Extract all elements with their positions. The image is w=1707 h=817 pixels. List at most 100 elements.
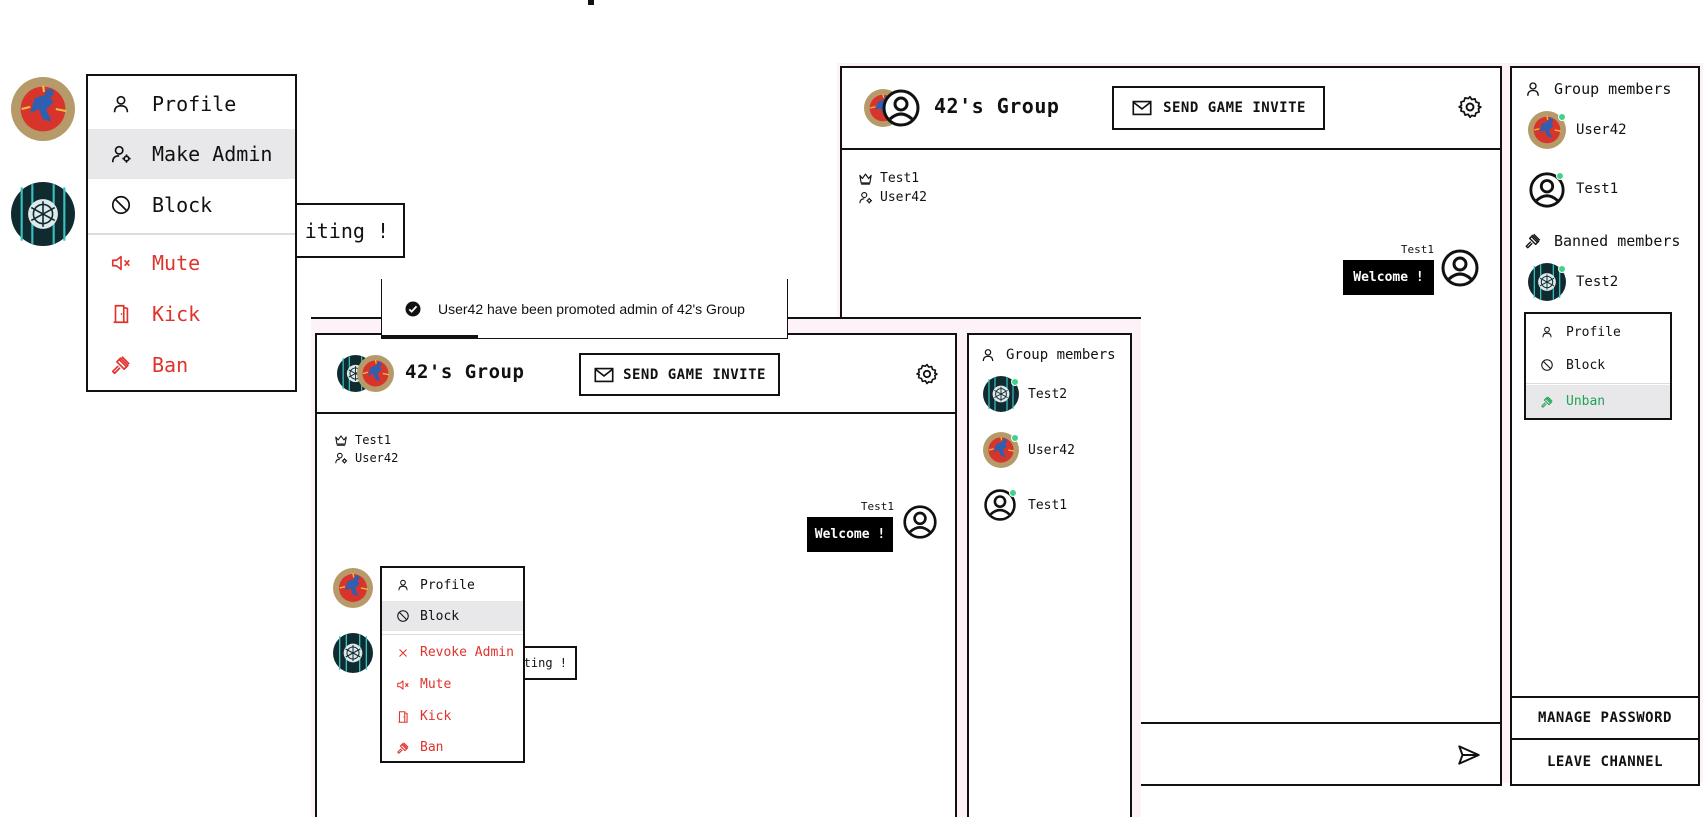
toast-progress-bar [382, 335, 478, 339]
gavel-icon [1524, 232, 1542, 250]
menu-item-ban[interactable]: Ban [382, 732, 523, 763]
menu-label: Profile [1566, 324, 1621, 340]
user-icon [1540, 325, 1554, 339]
member-test1[interactable]: Test1 [983, 487, 1123, 525]
menu-item-block[interactable]: Block [88, 180, 295, 229]
menu-item-kick[interactable]: Kick [382, 701, 523, 732]
block-icon [396, 609, 410, 623]
menu-label: Block [152, 192, 213, 217]
menu-label: Make Admin [152, 142, 273, 166]
front-roles-list: Test1 User42 [334, 431, 398, 467]
menu-item-block[interactable]: Block [1526, 349, 1670, 381]
send-game-invite-button[interactable]: SEND GAME INVITE [1112, 86, 1325, 130]
menu-item-mute[interactable]: Mute [382, 669, 523, 700]
menu-label: Ban [420, 740, 444, 755]
role-name: Test1 [880, 171, 920, 186]
online-indicator [1011, 378, 1019, 386]
banned-title: Banned members [1524, 232, 1680, 250]
menu-item-revoke-admin[interactable]: Revoke Admin [382, 637, 523, 668]
front-chat-header: 42's Group SEND GAME INVITE [315, 333, 957, 414]
group-avatar-user42 [357, 355, 394, 392]
crown-icon [334, 433, 348, 447]
user-cog-icon [334, 451, 348, 465]
crown-icon [858, 171, 873, 186]
menu-label: Block [1566, 357, 1606, 373]
gavel-icon [396, 741, 410, 755]
role-owner: Test1 [858, 169, 927, 188]
invite-label: SEND GAME INVITE [623, 366, 766, 383]
test2-avatar[interactable] [11, 182, 75, 246]
user-context-menu: Profile Make Admin Block Mute Kick Ban [86, 74, 297, 392]
user-icon [396, 578, 410, 592]
sender-avatar [1440, 248, 1480, 288]
menu-label: Profile [152, 91, 237, 116]
members-title-text: Group members [1006, 347, 1116, 363]
menu-divider [382, 634, 523, 635]
check-circle-icon [404, 300, 422, 318]
role-admin: User42 [334, 449, 398, 467]
menu-item-make-admin[interactable]: Make Admin [88, 129, 295, 179]
gear-icon[interactable] [915, 362, 939, 386]
back-chat-header: 42's Group SEND GAME INVITE [840, 66, 1502, 150]
send-game-invite-button[interactable]: SEND GAME INVITE [579, 353, 780, 396]
message-bubble: Welcome ! [1343, 260, 1434, 295]
member-name: Test1 [1028, 498, 1068, 513]
manage-password-button[interactable]: MANAGE PASSWORD [1510, 696, 1700, 740]
role-admin: User42 [858, 188, 927, 207]
invite-label: SEND GAME INVITE [1163, 100, 1306, 116]
send-icon[interactable] [1456, 742, 1482, 768]
menu-item-block[interactable]: Block [382, 601, 523, 631]
online-indicator [1009, 489, 1017, 497]
menu-item-profile[interactable]: Profile [88, 80, 295, 127]
menu-label: Kick [152, 302, 201, 326]
toast-text: User42 have been promoted admin of 42's … [438, 300, 745, 317]
members-title: Group members [980, 347, 1116, 363]
user-cog-icon [858, 190, 873, 205]
user-context-menu-small: Profile Block Revoke Admin Mute Kick Ban [380, 566, 525, 763]
block-icon [1540, 358, 1554, 372]
test2-avatar[interactable] [333, 633, 373, 673]
block-icon [110, 194, 132, 216]
online-indicator [1558, 265, 1566, 273]
message-input[interactable] [1142, 724, 1442, 784]
banned-test2[interactable]: Test2 [1528, 263, 1688, 303]
online-indicator [1556, 172, 1564, 180]
group-name: 42's Group [405, 361, 525, 383]
member-user42[interactable]: User42 [983, 432, 1123, 470]
banned-title-text: Banned members [1554, 232, 1681, 250]
success-toast: User42 have been promoted admin of 42's … [381, 279, 788, 339]
menu-label: Ban [152, 353, 189, 377]
sender-avatar [902, 504, 938, 540]
menu-label: Block [420, 608, 460, 624]
top-cut-glyph [588, 0, 594, 5]
user-icon [980, 347, 996, 363]
back-roles-list: Test1 User42 [858, 169, 927, 207]
gavel-icon [1540, 395, 1554, 409]
menu-item-unban[interactable]: Unban [1526, 385, 1670, 418]
message-sender: Test1 [1400, 243, 1434, 256]
member-name: Test1 [1576, 181, 1619, 197]
menu-label: Mute [152, 250, 201, 275]
menu-item-kick[interactable]: Kick [88, 289, 295, 339]
member-test2[interactable]: Test2 [983, 376, 1123, 414]
role-name: Test1 [355, 433, 392, 447]
group-avatar-default [881, 88, 921, 128]
leave-channel-button[interactable]: LEAVE CHANNEL [1510, 738, 1700, 786]
menu-item-profile[interactable]: Profile [1526, 316, 1670, 348]
member-name: Test2 [1028, 387, 1068, 402]
user42-avatar[interactable] [333, 568, 373, 608]
gear-icon[interactable] [1457, 94, 1483, 120]
leave-channel-label: LEAVE CHANNEL [1546, 754, 1664, 770]
mute-icon [396, 678, 410, 692]
menu-item-profile[interactable]: Profile [382, 570, 523, 600]
menu-item-mute[interactable]: Mute [88, 238, 295, 287]
user-icon [110, 93, 132, 115]
menu-label: Mute [420, 677, 452, 692]
user42-avatar[interactable] [11, 77, 75, 141]
menu-label: Profile [420, 577, 475, 593]
member-test1[interactable]: Test1 [1528, 170, 1688, 210]
member-name: User42 [1028, 443, 1075, 458]
menu-item-ban[interactable]: Ban [88, 340, 295, 390]
door-icon [110, 303, 132, 325]
member-user42[interactable]: User42 [1528, 111, 1688, 151]
